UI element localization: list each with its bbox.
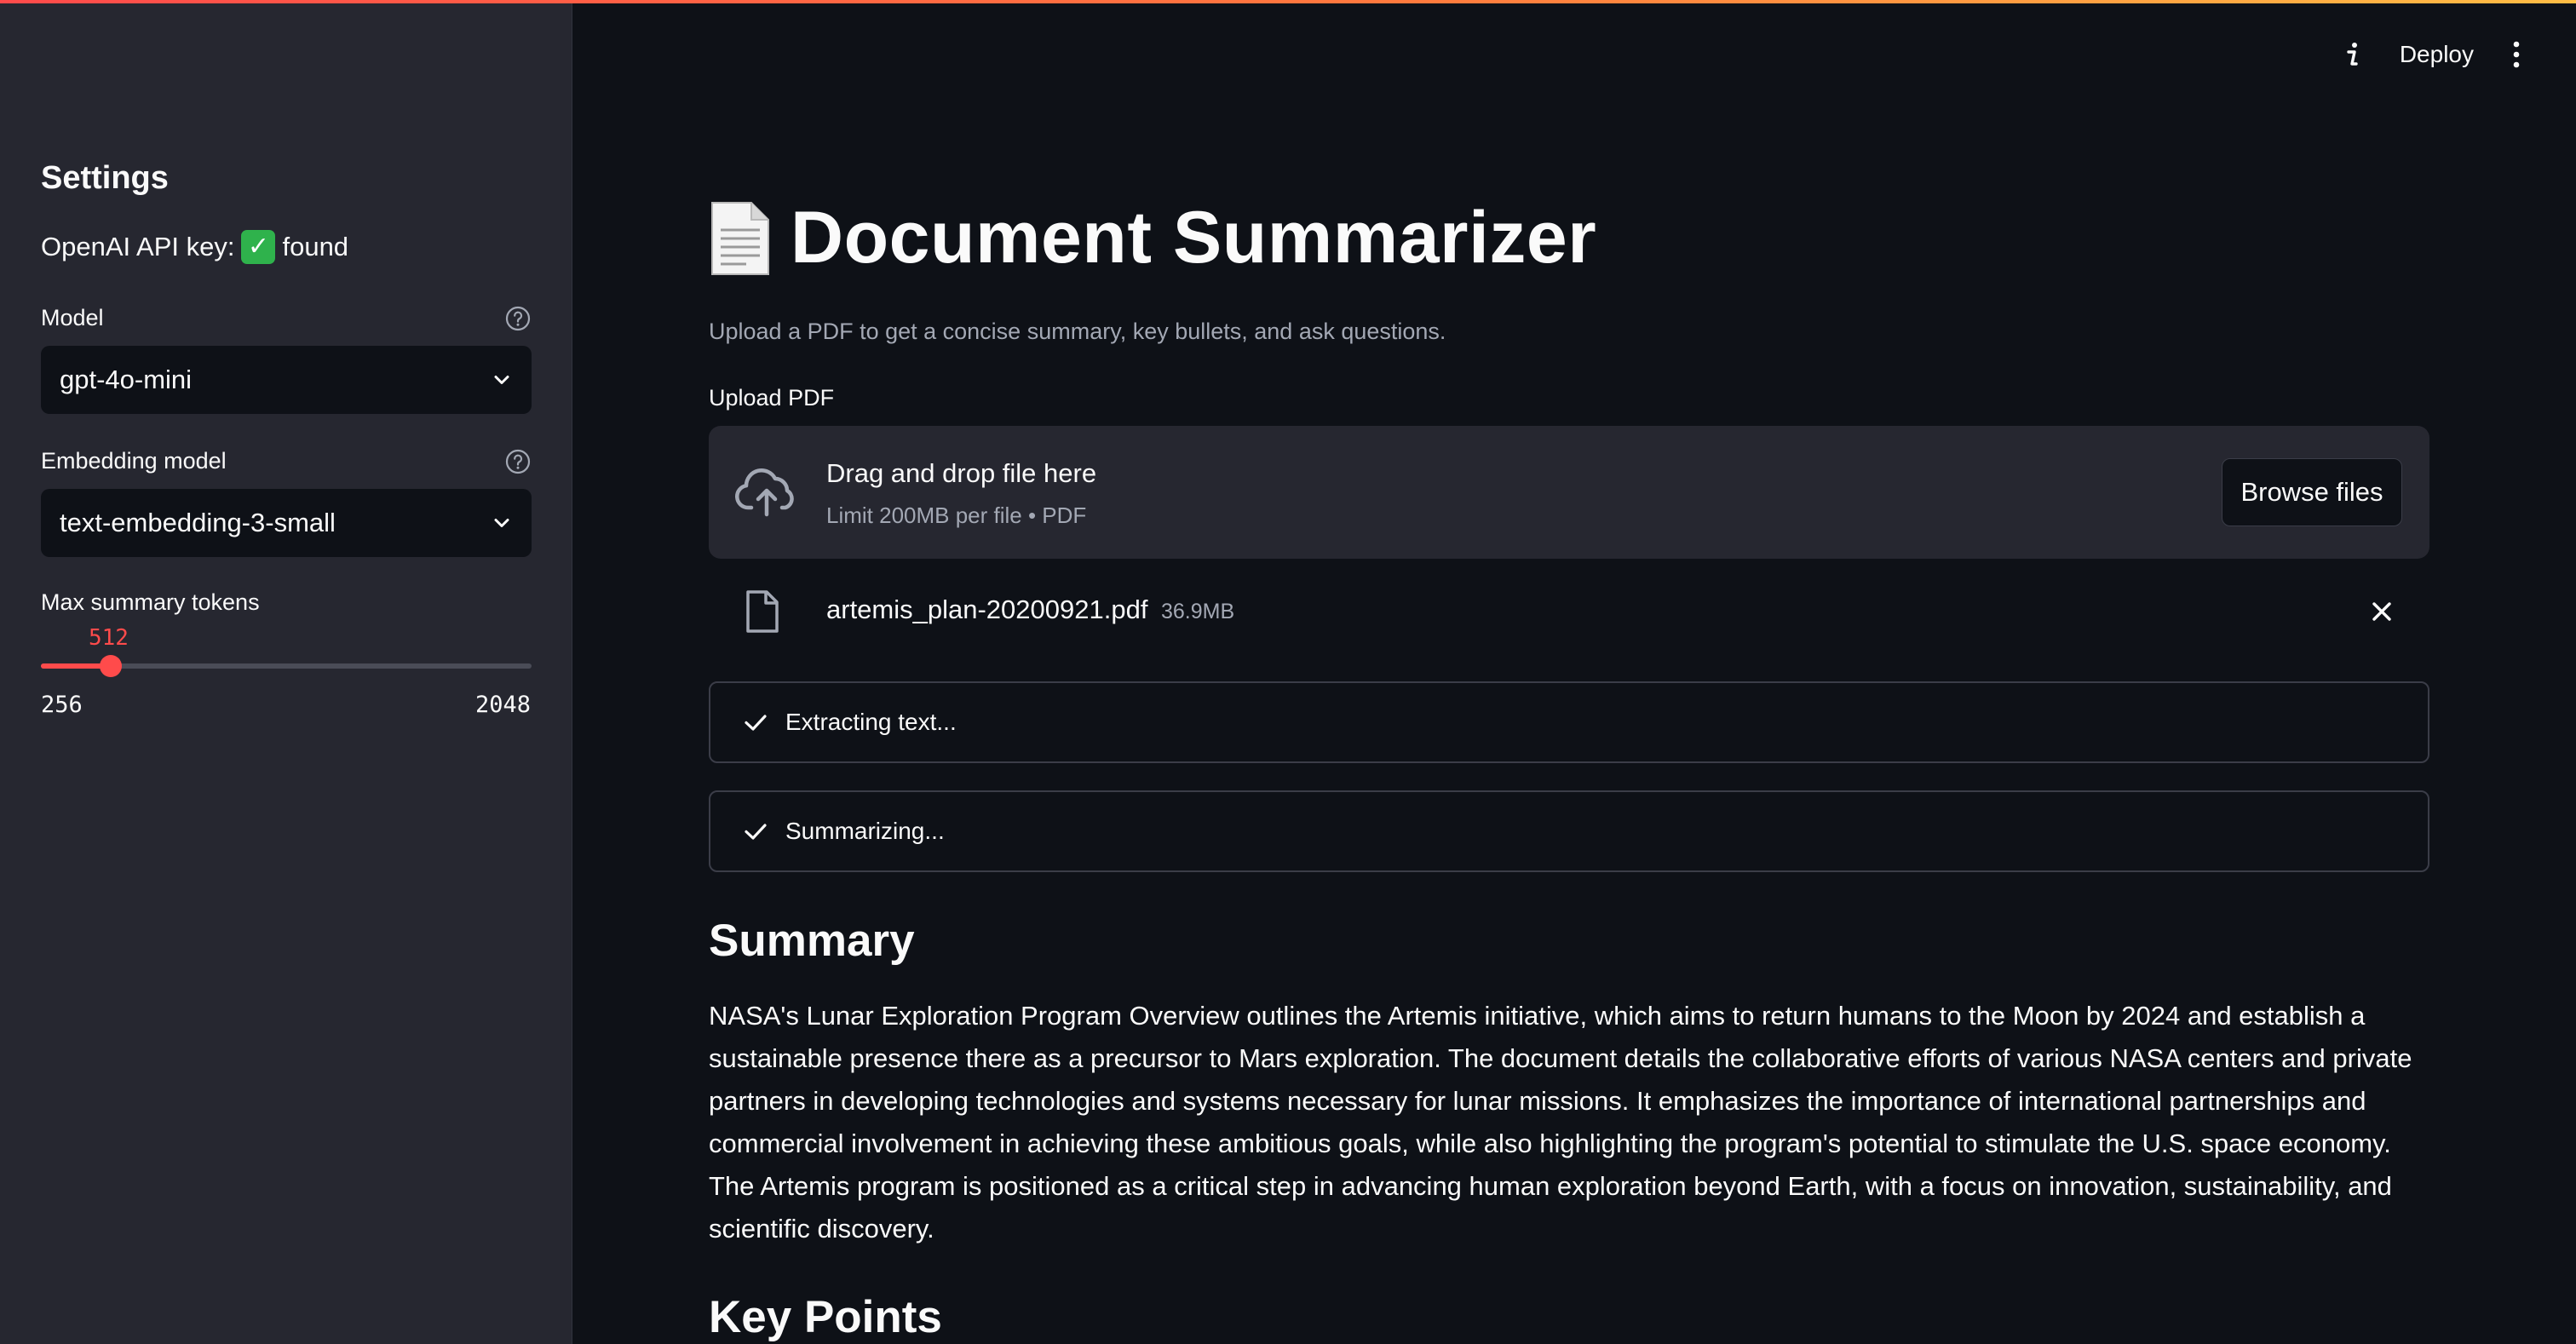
status-extracting[interactable]: Extracting text... xyxy=(709,681,2429,763)
model-select[interactable]: gpt-4o-mini xyxy=(41,346,532,414)
embedding-model-select-value: text-embedding-3-small xyxy=(60,508,336,537)
max-summary-tokens-label: Max summary tokens xyxy=(41,589,260,615)
page-subtitle: Upload a PDF to get a concise summary, k… xyxy=(709,319,1446,344)
model-select-value: gpt-4o-mini xyxy=(60,365,193,394)
api-key-status: OpenAI API key: ✓ found xyxy=(41,230,348,264)
app-window: Settings OpenAI API key: ✓ found Model g… xyxy=(0,0,2576,1344)
deploy-button[interactable]: Deploy xyxy=(2400,41,2474,68)
file-icon xyxy=(746,590,779,633)
upload-label: Upload PDF xyxy=(709,385,835,411)
page-title-text: Document Summarizer xyxy=(791,197,1597,279)
top-decoration-bar xyxy=(0,0,2576,3)
summary-heading: Summary xyxy=(709,916,915,966)
embedding-model-select[interactable]: text-embedding-3-small xyxy=(41,489,532,557)
status-label: Extracting text... xyxy=(785,709,957,735)
top-toolbar: Deploy xyxy=(2340,37,2525,72)
close-icon[interactable] xyxy=(2368,598,2395,625)
page-document-icon xyxy=(711,201,769,275)
embedding-model-label: Embedding model xyxy=(41,448,227,474)
dropzone-limit-text: Limit 200MB per file • PDF xyxy=(826,503,1087,528)
uploaded-file-size: 36.9MB xyxy=(1161,600,1235,623)
uploaded-file-name: artemis_plan-20200921.pdf xyxy=(826,594,1148,624)
page-title: Document Summarizer xyxy=(709,196,1596,280)
cloud-upload-icon xyxy=(735,468,794,517)
uploaded-file-row: artemis_plan-20200921.pdf 36.9MB xyxy=(709,588,2429,635)
max-summary-tokens-slider[interactable] xyxy=(41,655,532,677)
slider-max-label: 2048 xyxy=(474,692,531,718)
file-dropzone[interactable]: Drag and drop file here Limit 200MB per … xyxy=(709,426,2429,559)
sidebar: Settings OpenAI API key: ✓ found Model g… xyxy=(0,0,572,1344)
summary-text: NASA's Lunar Exploration Program Overvie… xyxy=(709,1001,2412,1243)
dropzone-main-text: Drag and drop file here xyxy=(826,458,1097,488)
slider-current-value: 512 xyxy=(89,625,129,651)
sidebar-title: Settings xyxy=(41,160,169,196)
key-points-heading: Key Points xyxy=(709,1292,942,1342)
check-icon xyxy=(745,824,767,840)
browse-files-button[interactable]: Browse files xyxy=(2222,458,2402,526)
model-label: Model xyxy=(41,305,104,330)
help-circle-icon[interactable] xyxy=(504,305,532,332)
kebab-menu-icon[interactable] xyxy=(2508,37,2525,72)
slider-thumb[interactable] xyxy=(100,655,123,677)
slider-min-label: 256 xyxy=(41,692,83,718)
api-key-status-text: found xyxy=(282,232,349,261)
check-icon xyxy=(745,715,767,731)
chevron-down-icon xyxy=(494,519,509,527)
api-key-label: OpenAI API key: xyxy=(41,232,235,261)
check-mark-icon: ✓ xyxy=(241,230,276,264)
status-summarizing[interactable]: Summarizing... xyxy=(709,790,2429,872)
status-label: Summarizing... xyxy=(785,818,945,844)
info-icon[interactable] xyxy=(2340,37,2366,72)
help-circle-icon[interactable] xyxy=(504,448,532,475)
chevron-down-icon xyxy=(494,376,509,384)
